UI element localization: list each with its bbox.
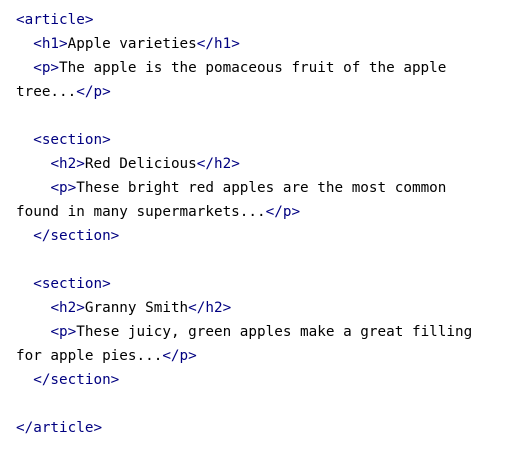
code-tag: <section> xyxy=(33,132,111,148)
code-tag: <p> xyxy=(33,60,60,76)
code-line: <h2>Red Delicious</h2> xyxy=(16,152,516,176)
code-text: Granny Smith xyxy=(84,300,189,316)
code-line: <p>These juicy, green apples make a grea… xyxy=(16,320,516,344)
code-line: </section> xyxy=(16,224,516,248)
code-line: for apple pies...</p> xyxy=(16,344,516,368)
code-line: </article> xyxy=(16,416,516,440)
code-tag: <h2> xyxy=(50,156,85,172)
code-tag: </p> xyxy=(162,348,197,364)
code-text: tree... xyxy=(16,84,77,100)
code-line: <p>The apple is the pomaceous fruit of t… xyxy=(16,56,516,80)
code-line: <h2>Granny Smith</h2> xyxy=(16,296,516,320)
code-tag: </h2> xyxy=(188,300,232,316)
code-tag: </h1> xyxy=(196,36,240,52)
code-text: These bright red apples are the most com… xyxy=(76,180,447,196)
code-line: </section> xyxy=(16,368,516,392)
code-tag: </section> xyxy=(33,228,120,244)
code-tag: </p> xyxy=(76,84,111,100)
code-text: Apple varieties xyxy=(67,36,197,52)
code-text: These juicy, green apples make a great f… xyxy=(76,324,473,340)
code-tag: </p> xyxy=(265,204,301,220)
code-block: <article> <h1>Apple varieties</h1> <p>Th… xyxy=(16,8,516,440)
code-text: The apple is the pomaceous fruit of the … xyxy=(59,60,447,76)
code-text: for apple pies... xyxy=(16,348,163,364)
code-line: <article> xyxy=(16,8,516,32)
code-tag: </h2> xyxy=(196,156,240,172)
code-text: found in many supermarkets... xyxy=(16,204,266,220)
code-line: <h1>Apple varieties</h1> xyxy=(16,32,516,56)
code-line: <section> xyxy=(16,272,516,296)
code-tag: </section> xyxy=(33,372,120,388)
code-line: <section> xyxy=(16,128,516,152)
code-tag: <section> xyxy=(33,276,111,292)
code-tag: <p> xyxy=(50,180,77,196)
code-line: found in many supermarkets...</p> xyxy=(16,200,516,224)
code-tag: <p> xyxy=(50,324,77,340)
code-tag: </article> xyxy=(16,420,103,436)
code-tag: <article> xyxy=(16,12,94,28)
code-line: <p>These bright red apples are the most … xyxy=(16,176,516,200)
code-tag: <h1> xyxy=(33,36,68,52)
code-tag: <h2> xyxy=(50,300,85,316)
code-text: Red Delicious xyxy=(84,156,197,172)
code-line: tree...</p> xyxy=(16,80,516,104)
